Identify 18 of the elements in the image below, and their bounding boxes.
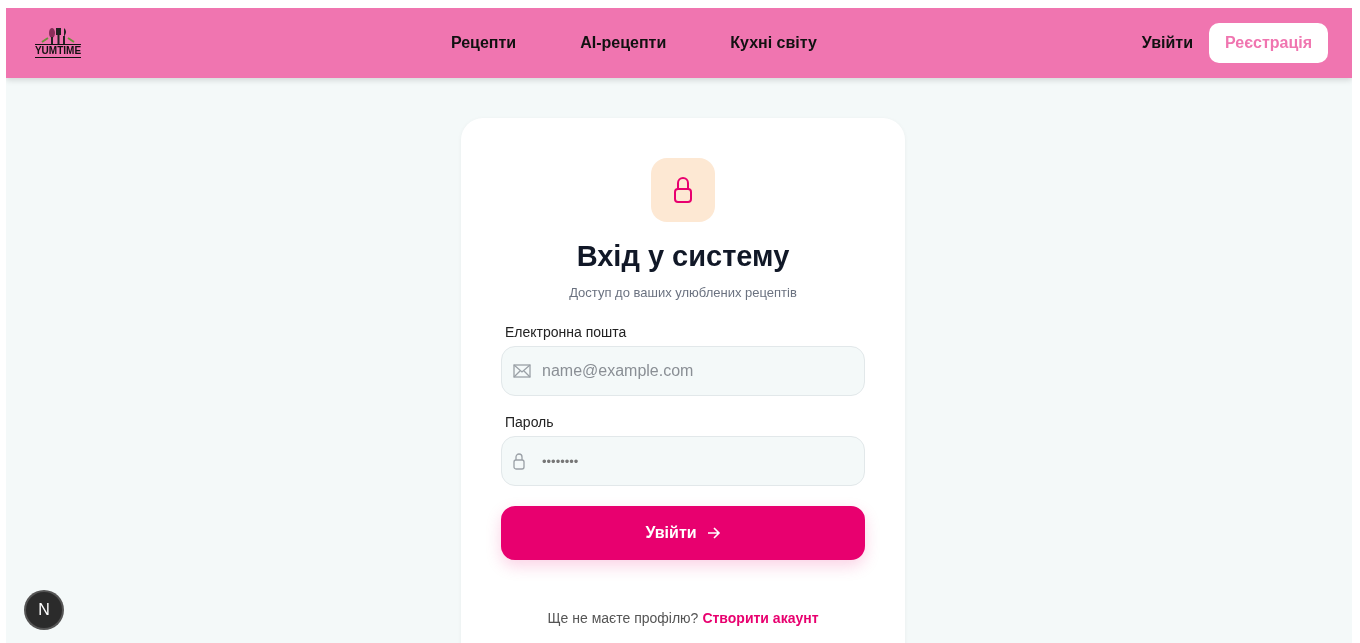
login-subtitle: Доступ до ваших улюблених рецептів — [569, 285, 797, 300]
login-button[interactable]: Увійти — [501, 506, 865, 560]
logo-text: YUMTIME — [34, 44, 82, 58]
nav-link[interactable]: Кухні світу — [730, 34, 817, 52]
field-label: Пароль — [505, 414, 555, 430]
signup-prompt: Ще не маєте профілю? — [547, 610, 699, 626]
arrow-right-icon — [706, 527, 721, 539]
login-title: Вхід у систему — [576, 240, 790, 273]
logo[interactable]: YUMTIME — [30, 28, 86, 58]
password-field[interactable]: •••••••• — [501, 436, 865, 486]
nav-link[interactable]: AI-рецепти — [580, 34, 667, 52]
login-link[interactable]: Увійти — [1141, 34, 1193, 52]
dev-badge[interactable]: N — [26, 592, 62, 628]
nav-link[interactable]: Рецепти — [450, 34, 517, 52]
create-account-link[interactable]: Створити акаунт — [702, 610, 819, 626]
lock-icon — [673, 176, 693, 204]
email-field[interactable]: name@example.com — [501, 346, 865, 396]
field-label: Електронна пошта — [505, 324, 628, 340]
